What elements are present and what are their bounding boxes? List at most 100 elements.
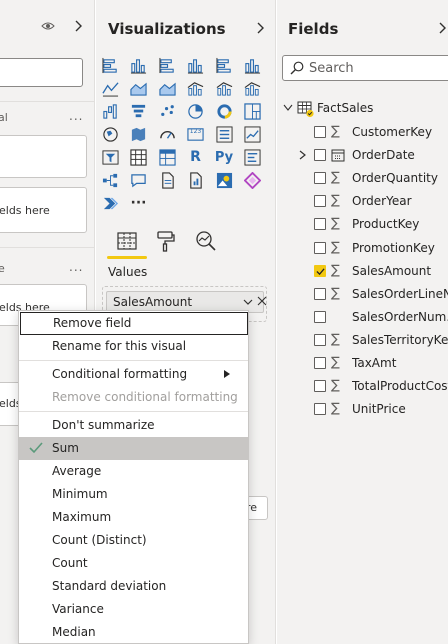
field-checkbox[interactable] bbox=[314, 357, 326, 369]
chevron-down-icon[interactable] bbox=[243, 297, 253, 307]
power-automate-icon[interactable] bbox=[101, 194, 119, 212]
values-field-chip-label: SalesAmount bbox=[113, 295, 193, 309]
line-clustered-column-icon[interactable] bbox=[187, 79, 205, 97]
menu-count[interactable]: Count bbox=[19, 552, 248, 575]
field-item[interactable]: ∑ PromotionKey bbox=[297, 238, 448, 258]
field-checkbox[interactable] bbox=[314, 218, 326, 231]
menu-conditional-formatting[interactable]: Conditional formatting bbox=[19, 363, 248, 386]
menu-remove-field[interactable]: Remove field bbox=[20, 312, 248, 335]
field-item[interactable]: ∑ TotalProductCost bbox=[297, 376, 448, 396]
more-options-icon[interactable]: ... bbox=[69, 109, 83, 123]
field-item[interactable]: ∑ SalesOrderLineN... bbox=[297, 284, 448, 304]
collapse-filters-chevron-icon[interactable] bbox=[73, 20, 83, 32]
filters-search-input[interactable] bbox=[0, 58, 83, 87]
stacked-bar-chart-icon[interactable] bbox=[101, 56, 119, 74]
menu-minimum[interactable]: Minimum bbox=[19, 483, 248, 506]
filter-drop-card[interactable]: elds here bbox=[0, 187, 87, 233]
field-item[interactable]: ∑ OrderYear bbox=[297, 191, 448, 211]
qa-icon[interactable] bbox=[130, 171, 148, 189]
scatter-chart-icon[interactable] bbox=[158, 102, 176, 120]
smart-narrative-icon[interactable] bbox=[187, 171, 205, 189]
field-checkbox[interactable] bbox=[314, 149, 326, 162]
chevron-down-icon[interactable] bbox=[283, 104, 293, 112]
field-checkbox[interactable] bbox=[314, 333, 326, 346]
matrix-icon[interactable] bbox=[158, 148, 176, 166]
map-icon[interactable] bbox=[101, 125, 119, 143]
chevron-right-icon[interactable] bbox=[299, 150, 306, 160]
area-chart-icon[interactable] bbox=[130, 79, 148, 97]
search-input[interactable] bbox=[309, 59, 448, 77]
field-item[interactable]: ∑ CustomerKey bbox=[297, 122, 448, 142]
pie-chart-icon[interactable] bbox=[187, 102, 205, 120]
card-icon[interactable]: 123 bbox=[187, 125, 205, 143]
field-checkbox[interactable] bbox=[314, 264, 326, 277]
slicer-icon[interactable] bbox=[101, 148, 119, 166]
menu-rename-for-visual[interactable]: Rename for this visual bbox=[19, 335, 248, 358]
field-item[interactable]: ∑ ProductKey bbox=[297, 214, 448, 234]
fields-search-box[interactable] bbox=[282, 55, 448, 81]
line-chart-icon[interactable] bbox=[101, 79, 119, 97]
field-checkbox[interactable] bbox=[314, 403, 326, 416]
menu-median[interactable]: Median bbox=[19, 621, 248, 644]
line-stacked-column-icon[interactable] bbox=[215, 79, 233, 97]
ribbon-chart-icon[interactable] bbox=[244, 79, 262, 97]
multi-row-card-icon[interactable] bbox=[215, 125, 233, 143]
waterfall-chart-icon[interactable] bbox=[101, 102, 119, 120]
close-icon[interactable] bbox=[257, 296, 267, 306]
r-visual-icon[interactable]: R bbox=[187, 148, 205, 166]
stacked-column-chart-icon[interactable] bbox=[130, 56, 148, 74]
field-item[interactable]: ∑ SalesAmount bbox=[297, 261, 448, 281]
field-item[interactable]: SalesOrderNum... bbox=[297, 307, 448, 327]
field-checkbox[interactable] bbox=[314, 126, 326, 138]
field-name: ProductKey bbox=[352, 217, 420, 232]
filled-map-icon[interactable] bbox=[130, 125, 148, 143]
menu-average[interactable]: Average bbox=[19, 460, 248, 483]
100-stacked-column-chart-icon[interactable] bbox=[244, 56, 262, 74]
field-item[interactable]: OrderDate bbox=[297, 145, 448, 165]
donut-chart-icon[interactable] bbox=[215, 102, 233, 120]
clustered-column-chart-icon[interactable] bbox=[187, 56, 205, 74]
kpi-icon[interactable] bbox=[244, 125, 262, 143]
power-apps-icon[interactable] bbox=[244, 171, 262, 189]
more-options-icon[interactable]: ... bbox=[69, 260, 83, 274]
build-visual-fields-icon[interactable] bbox=[115, 229, 139, 253]
menu-maximum[interactable]: Maximum bbox=[19, 506, 248, 529]
100-stacked-bar-chart-icon[interactable] bbox=[215, 56, 233, 74]
eye-icon[interactable] bbox=[41, 21, 55, 31]
filter-card[interactable] bbox=[0, 135, 87, 178]
decomposition-tree-icon[interactable] bbox=[101, 171, 119, 189]
table-factsales[interactable]: FactSales bbox=[283, 100, 443, 118]
field-item[interactable]: ∑ TaxAmt bbox=[297, 353, 448, 373]
arcgis-map-icon[interactable] bbox=[215, 171, 233, 189]
python-visual-icon[interactable]: Py bbox=[215, 148, 233, 166]
gauge-icon[interactable] bbox=[158, 125, 176, 143]
stacked-area-chart-icon[interactable] bbox=[158, 79, 176, 97]
analytics-magnifier-icon[interactable] bbox=[194, 229, 218, 253]
menu-remove-conditional-formatting[interactable]: Remove conditional formatting bbox=[19, 386, 248, 409]
field-checkbox[interactable] bbox=[314, 380, 326, 393]
menu-count-distinct[interactable]: Count (Distinct) bbox=[19, 529, 248, 552]
key-influencers-icon[interactable] bbox=[244, 148, 262, 166]
field-checkbox[interactable] bbox=[314, 241, 326, 254]
menu-dont-summarize[interactable]: Don't summarize bbox=[19, 414, 248, 437]
field-checkbox[interactable] bbox=[314, 310, 326, 323]
menu-standard-deviation[interactable]: Standard deviation bbox=[19, 575, 248, 598]
treemap-icon[interactable] bbox=[244, 102, 262, 120]
funnel-chart-icon[interactable] bbox=[130, 102, 148, 120]
collapse-visualizations-chevron-icon[interactable] bbox=[255, 22, 265, 34]
more-visuals-icon[interactable]: ··· bbox=[130, 194, 148, 212]
field-checkbox[interactable] bbox=[314, 287, 326, 300]
field-checkbox[interactable] bbox=[314, 195, 326, 208]
field-checkbox[interactable] bbox=[314, 172, 326, 185]
field-name: OrderDate bbox=[352, 148, 415, 163]
field-item[interactable]: ∑ OrderQuantity bbox=[297, 168, 448, 188]
menu-sum[interactable]: Sum bbox=[19, 437, 248, 460]
field-item[interactable]: ∑ UnitPrice bbox=[297, 399, 448, 419]
format-paint-roller-icon[interactable] bbox=[154, 229, 178, 253]
table-icon[interactable] bbox=[130, 148, 148, 166]
field-item[interactable]: ∑ SalesTerritoryKey bbox=[297, 330, 448, 350]
collapse-fields-chevron-icon[interactable] bbox=[437, 22, 447, 34]
clustered-bar-chart-icon[interactable] bbox=[158, 56, 176, 74]
paginated-report-icon[interactable] bbox=[158, 171, 176, 189]
menu-variance[interactable]: Variance bbox=[19, 598, 248, 621]
